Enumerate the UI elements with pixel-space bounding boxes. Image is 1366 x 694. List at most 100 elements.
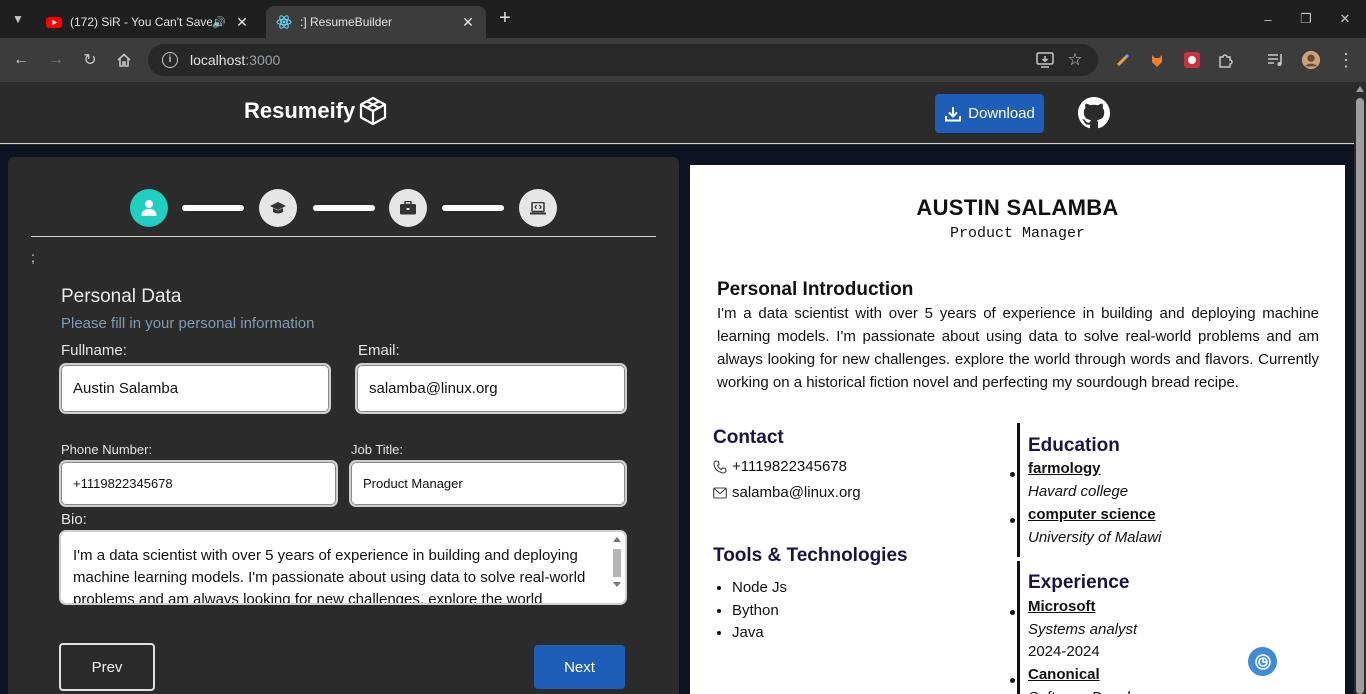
section-subtitle: Please fill in your personal information	[61, 315, 315, 332]
email-input[interactable]: salamba@linux.org	[355, 363, 627, 414]
tab-search-chevron-icon[interactable]: ▼	[4, 5, 32, 33]
tools-list: Node Js Bython Java	[732, 577, 787, 645]
floating-assistant-button[interactable]	[1248, 647, 1277, 676]
stepper-divider	[31, 236, 656, 237]
intro-heading: Personal Introduction	[717, 279, 914, 300]
phone-icon	[713, 459, 727, 474]
minimize-icon[interactable]: –	[1257, 8, 1279, 30]
step-education[interactable]	[259, 189, 297, 227]
phone-input[interactable]: +1119822345678	[59, 460, 338, 507]
react-icon	[276, 15, 292, 29]
restore-icon[interactable]: ❐	[1295, 8, 1317, 30]
extensions-puzzle-icon[interactable]	[1216, 50, 1236, 70]
forward-icon[interactable]: →	[44, 48, 68, 72]
back-icon[interactable]: ←	[9, 48, 33, 72]
scroll-up-icon[interactable]	[1356, 86, 1364, 92]
youtube-icon	[46, 17, 62, 28]
graduation-cap-icon	[270, 202, 286, 214]
step-connector	[313, 205, 375, 211]
step-connector	[182, 205, 244, 211]
person-icon	[141, 200, 157, 216]
textarea-scrollbar[interactable]	[612, 535, 622, 597]
scroll-thumb[interactable]	[613, 549, 621, 577]
app-body: ; Personal Data Please fill in your pers…	[0, 145, 1354, 694]
experience-role: Software Developer	[1028, 689, 1160, 694]
tab-title: :] ResumeBuilder	[300, 15, 393, 29]
pen-extension-icon[interactable]	[1113, 50, 1133, 70]
form-stepper	[130, 189, 570, 227]
stray-text: ;	[31, 249, 35, 265]
close-window-icon[interactable]: ✕	[1334, 8, 1356, 30]
bio-text: I'm a data scientist with over 5 years o…	[73, 547, 586, 605]
red-extension-icon[interactable]	[1182, 50, 1202, 70]
step-skills[interactable]	[519, 189, 557, 227]
phone-label: Phone Number:	[61, 442, 153, 457]
download-icon	[945, 106, 962, 121]
bullet-dot	[1010, 610, 1015, 615]
close-tab-icon[interactable]: ✕	[460, 14, 476, 31]
bio-label: Bio:	[61, 511, 87, 528]
resume-job-title: Product Manager	[949, 225, 1086, 242]
education-course: farmology	[1028, 460, 1101, 477]
prev-button[interactable]: Prev	[59, 643, 155, 691]
contact-heading: Contact	[713, 427, 784, 448]
tool-item: Node Js	[732, 577, 787, 600]
education-course: computer science	[1028, 506, 1156, 523]
scroll-up-icon[interactable]	[613, 537, 621, 542]
step-personal[interactable]	[130, 189, 168, 227]
education-school: Havard college	[1028, 483, 1129, 500]
browser-toolbar: ← → ↻ i localhost:3000 ☆ ⋮	[0, 38, 1366, 82]
bio-textarea[interactable]: I'm a data scientist with over 5 years o…	[59, 530, 627, 605]
browser-tab-youtube[interactable]: (172) SiR - You Can't Save 🔊 ✕	[36, 6, 260, 38]
education-school: University of Malawi	[1028, 529, 1162, 546]
scroll-down-icon[interactable]	[613, 582, 621, 587]
fullname-input[interactable]: Austin Salamba	[59, 363, 331, 414]
education-heading: Education	[1028, 435, 1120, 456]
github-icon[interactable]	[1078, 97, 1110, 129]
experience-company: Microsoft	[1028, 598, 1096, 615]
browser-tab-bar: ▼ (172) SiR - You Can't Save 🔊 ✕ :] Resu…	[0, 0, 1366, 38]
experience-heading: Experience	[1028, 572, 1130, 593]
address-bar[interactable]: i localhost:3000	[148, 44, 1098, 76]
resume-preview: AUSTIN SALAMBA Product Manager Personal …	[690, 165, 1345, 694]
job-title-label: Job Title:	[351, 442, 404, 457]
contact-phone: +1119822345678	[713, 458, 847, 475]
bullet-dot	[1010, 678, 1015, 683]
install-app-icon[interactable]	[1035, 50, 1055, 70]
new-tab-icon[interactable]: +	[494, 8, 516, 30]
tools-heading: Tools & Technologies	[713, 545, 908, 566]
experience-years: 2024-2024	[1028, 643, 1100, 660]
email-label: Email:	[358, 342, 400, 359]
brand-name: Resumeify	[244, 98, 356, 123]
experience-company: Canonical	[1028, 666, 1100, 683]
step-experience[interactable]	[389, 189, 427, 227]
bullet-dot	[1010, 472, 1015, 477]
bullet-dot	[1010, 518, 1015, 523]
close-tab-icon[interactable]: ✕	[234, 14, 250, 31]
mail-icon	[713, 486, 727, 499]
bookmark-star-icon[interactable]: ☆	[1065, 50, 1085, 70]
experience-role: Systems analyst	[1028, 621, 1138, 638]
briefcase-icon	[400, 201, 416, 215]
spiral-icon	[1254, 653, 1271, 670]
speaker-icon[interactable]: 🔊	[212, 16, 226, 29]
fox-extension-icon[interactable]	[1147, 50, 1167, 70]
browser-menu-icon[interactable]: ⋮	[1336, 50, 1356, 70]
reload-icon[interactable]: ↻	[78, 48, 102, 72]
brand-logo[interactable]: Resumeify	[244, 96, 387, 126]
media-control-icon[interactable]	[1266, 50, 1286, 70]
home-icon[interactable]	[112, 48, 136, 72]
browser-tab-resumebuilder[interactable]: :] ResumeBuilder ✕	[266, 6, 486, 38]
job-title-input[interactable]: Product Manager	[349, 460, 627, 507]
download-button[interactable]: Download	[935, 94, 1044, 133]
page-scroll-thumb[interactable]	[1356, 98, 1364, 694]
step-connector	[442, 205, 504, 211]
intro-text: I'm a data scientist with over 5 years o…	[717, 305, 1319, 391]
page-scrollbar[interactable]	[1354, 82, 1366, 694]
tab-title: (172) SiR - You Can't Save	[70, 15, 213, 29]
profile-avatar[interactable]	[1301, 50, 1321, 70]
site-info-icon[interactable]: i	[162, 52, 178, 68]
next-button[interactable]: Next	[534, 645, 625, 689]
section-title: Personal Data	[61, 286, 182, 307]
education-divider	[1017, 423, 1020, 557]
